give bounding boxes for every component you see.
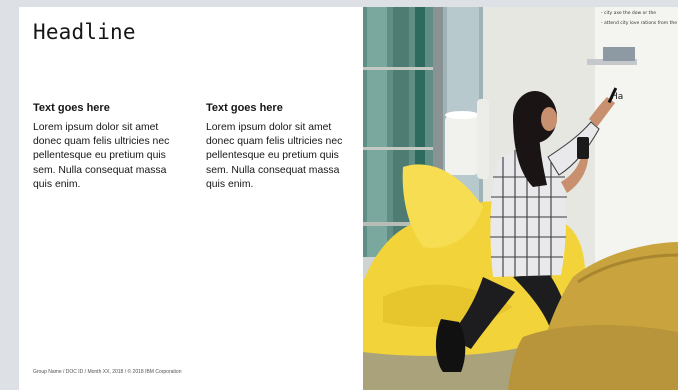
text-column-right: Text goes here Lorem ipsum dolor sit ame… (206, 101, 356, 192)
photo-illustration: - city axe the dow or the - attend city … (363, 7, 678, 390)
column-body: Lorem ipsum dolor sit amet donec quam fe… (33, 122, 170, 190)
column-title: Text goes here (206, 102, 283, 114)
paper-roll (445, 115, 479, 175)
text-column-left: Text goes here Lorem ipsum dolor sit ame… (33, 101, 183, 192)
column-body: Lorem ipsum dolor sit amet donec quam fe… (206, 122, 343, 190)
presentation-slide: Headline Text goes here Lorem ipsum dolo… (19, 7, 678, 390)
slide-headline: Headline (33, 20, 136, 44)
whiteboard-note: - attend city love rations from the (601, 20, 677, 26)
whiteboard-note: - city axe the dow or the (601, 10, 656, 16)
text-panel: Headline Text goes here Lorem ipsum dolo… (19, 7, 363, 390)
column-title: Text goes here (33, 102, 110, 114)
office-photo: - city axe the dow or the - attend city … (363, 7, 678, 390)
phone (577, 137, 589, 159)
slide-footer: Group Name / DOC ID / Month XX, 2018 / ©… (33, 369, 182, 375)
